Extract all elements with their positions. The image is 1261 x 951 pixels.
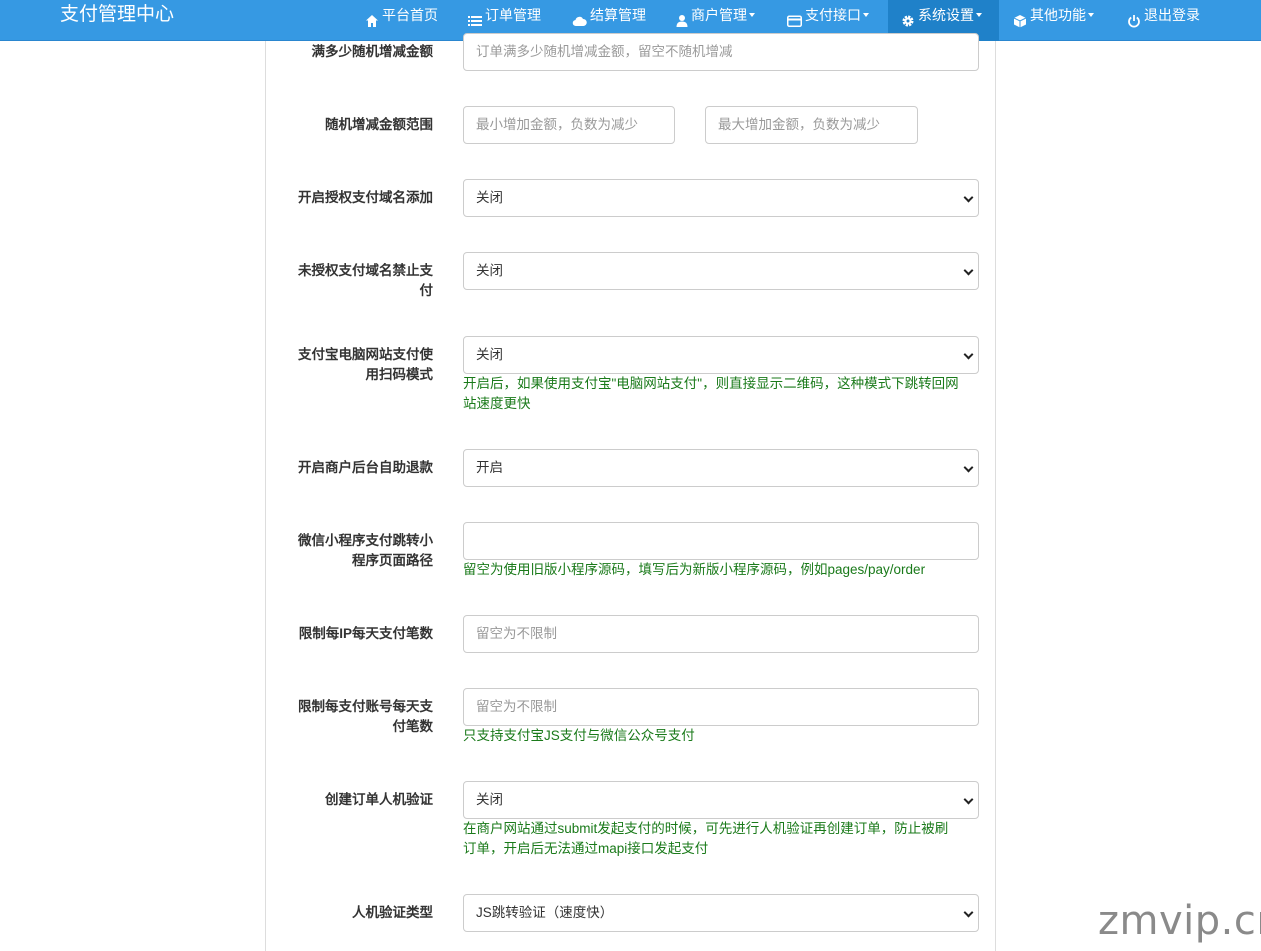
chevron-down-icon	[863, 13, 869, 17]
list-icon	[468, 8, 482, 26]
nav-settlement-label: 结算管理	[590, 7, 646, 23]
alipay-qr-mode-help-line2: 站速度更快	[463, 396, 531, 411]
nav-merchants-label: 商户管理	[691, 7, 747, 23]
cloud-icon	[572, 8, 587, 27]
unauth-domain-ban-label-line2: 付	[419, 283, 434, 298]
captcha-select[interactable]: 关闭	[463, 781, 979, 819]
nav-system-settings-label: 系统设置	[918, 7, 974, 23]
unauth-domain-ban-label: 未授权支付域名禁止支 付	[283, 261, 433, 301]
watermark-text: zmvip.cn	[1098, 898, 1261, 944]
random-amount-label: 满多少随机增减金额	[311, 44, 434, 59]
account-limit-input[interactable]: 留空为不限制	[463, 688, 979, 726]
alipay-qr-mode-label-line1: 支付宝电脑网站支付使	[298, 347, 433, 362]
ip-limit-label: 限制每IP每天支付笔数	[298, 626, 433, 641]
alipay-qr-mode-label: 支付宝电脑网站支付使 用扫码模式	[283, 345, 433, 385]
wx-mini-path-label-line1: 微信小程序支付跳转小	[298, 533, 433, 548]
captcha-label: 创建订单人机验证	[325, 792, 433, 807]
account-limit-label-line1: 限制每支付账号每天支	[298, 699, 433, 714]
power-icon	[1127, 8, 1141, 28]
home-icon	[365, 8, 379, 27]
random-range-min-input[interactable]: 最小增加金额，负数为减少	[463, 106, 675, 144]
random-amount-input[interactable]: 订单满多少随机增减金额，留空不随机增减	[463, 33, 979, 71]
nav-home[interactable]: 平台首页	[365, 0, 438, 41]
unauth-domain-ban-label-line1: 未授权支付域名禁止支	[298, 263, 433, 278]
auth-domain-add-label: 开启授权支付域名添加	[298, 190, 433, 205]
wx-mini-path-help: 留空为使用旧版小程序源码，填写后为新版小程序源码，例如pages/pay/ord…	[463, 562, 926, 577]
chevron-down-icon	[1088, 13, 1094, 17]
captcha-help-line1: 在商户网站通过submit发起支付的时候，可先进行人机验证再创建订单，防止被刷	[463, 821, 949, 836]
alipay-qr-mode-help-line1: 开启后，如果使用支付宝"电脑网站支付"，则直接显示二维码，这种模式下跳转回网	[463, 376, 959, 391]
nav-home-label: 平台首页	[382, 7, 438, 23]
self-refund-select[interactable]: 开启	[463, 449, 979, 487]
auth-domain-add-select[interactable]: 关闭	[463, 179, 979, 217]
nav-other-functions-label: 其他功能	[1030, 7, 1086, 23]
wx-mini-path-input[interactable]	[463, 522, 979, 560]
wx-mini-path-label-line2: 程序页面路径	[352, 553, 433, 568]
wx-mini-path-label: 微信小程序支付跳转小 程序页面路径	[283, 531, 433, 571]
chevron-down-icon	[976, 13, 982, 17]
nav-payment-interface-label: 支付接口	[805, 7, 861, 23]
chevron-down-icon	[749, 13, 755, 17]
nav-logout-label: 退出登录	[1144, 7, 1200, 23]
captcha-help: 在商户网站通过submit发起支付的时候，可先进行人机验证再创建订单，防止被刷 …	[463, 819, 983, 859]
account-limit-help: 只支持支付宝JS支付与微信公众号支付	[463, 728, 695, 743]
captcha-help-line2: 订单，开启后无法通过mapi接口发起支付	[463, 841, 709, 856]
ip-limit-input[interactable]: 留空为不限制	[463, 615, 979, 653]
nav-orders-label: 订单管理	[485, 7, 541, 23]
nav-logout[interactable]: 退出登录	[1127, 0, 1200, 41]
account-limit-label-line2: 付笔数	[392, 719, 434, 734]
captcha-type-select[interactable]: JS跳转验证（速度快）	[463, 894, 979, 932]
cube-icon	[1013, 8, 1027, 28]
gear-icon	[901, 8, 915, 27]
brand-title[interactable]: 支付管理中心	[60, 4, 174, 26]
account-limit-label: 限制每支付账号每天支 付笔数	[283, 697, 433, 737]
captcha-type-label: 人机验证类型	[352, 905, 433, 920]
alipay-qr-mode-select[interactable]: 关闭	[463, 336, 979, 374]
random-range-max-input[interactable]: 最大增加金额，负数为减少	[705, 106, 918, 144]
nav-other-functions[interactable]: 其他功能	[1013, 0, 1094, 41]
alipay-qr-mode-help: 开启后，如果使用支付宝"电脑网站支付"，则直接显示二维码，这种模式下跳转回网 站…	[463, 374, 983, 414]
alipay-qr-mode-label-line2: 用扫码模式	[365, 367, 434, 382]
random-range-label: 随机增减金额范围	[325, 117, 433, 132]
user-icon	[676, 8, 688, 27]
self-refund-label: 开启商户后台自助退款	[298, 460, 433, 475]
unauth-domain-ban-select[interactable]: 关闭	[463, 252, 979, 290]
credit-card-icon	[787, 8, 802, 27]
